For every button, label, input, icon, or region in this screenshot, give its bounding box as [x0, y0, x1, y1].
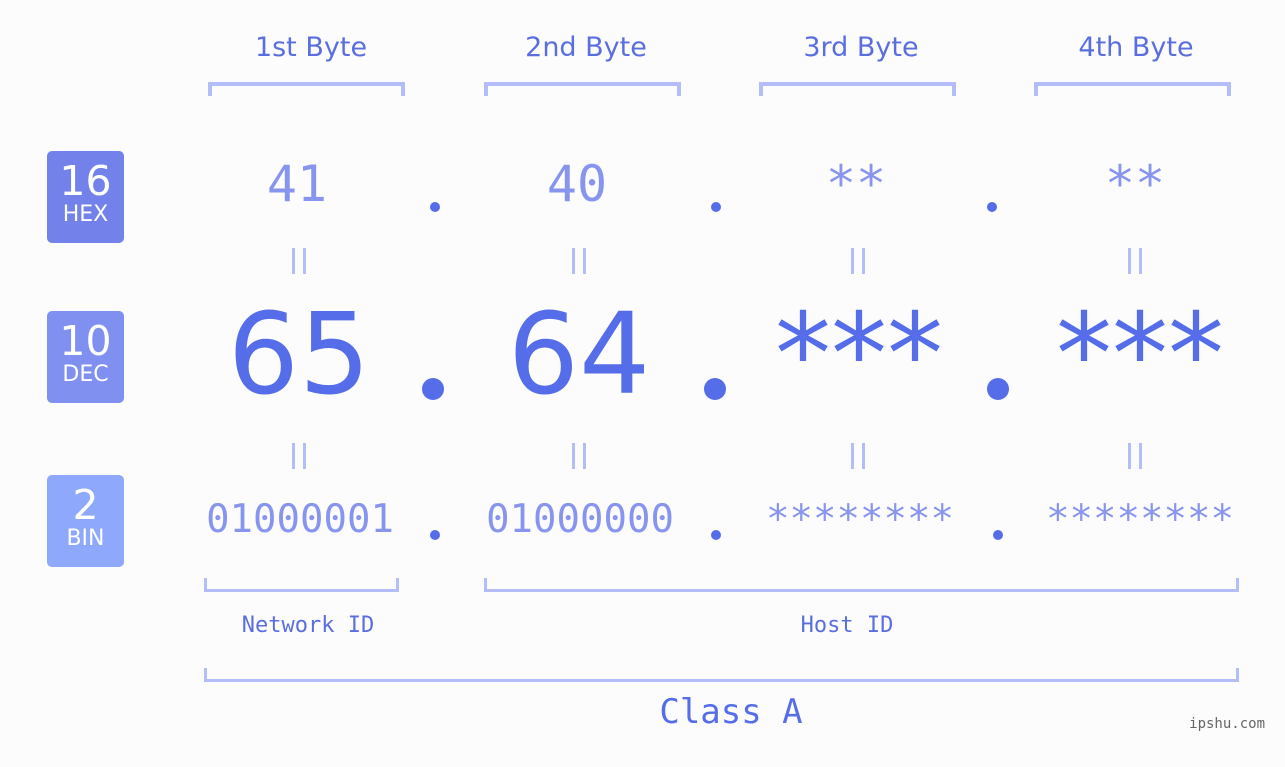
dec-badge: 10 DEC [47, 311, 124, 403]
hex-separator-dot [711, 202, 721, 212]
bin-badge-number: 2 [72, 481, 99, 529]
hex-value-2: 40 [546, 155, 608, 213]
bin-value-4: ******** [1046, 497, 1234, 542]
bin-value-1: 01000001 [206, 497, 394, 542]
network-id-label: Network ID [241, 613, 375, 638]
dec-value-3: *** [775, 290, 943, 420]
byte-bracket-2 [484, 82, 681, 96]
dec-value-4: *** [1056, 290, 1224, 420]
dec-separator-dot [422, 378, 444, 400]
bin-value-3: ******** [766, 497, 954, 542]
hex-separator-dot [430, 202, 440, 212]
dec-badge-label: DEC [62, 362, 109, 387]
bin-separator-dot [993, 530, 1003, 540]
hex-badge-label: HEX [62, 202, 109, 227]
class-bracket [204, 668, 1239, 682]
host-id-label: Host ID [800, 613, 894, 638]
byte-title-2: 2nd Byte [525, 32, 647, 63]
hex-value-3: ** [825, 155, 887, 213]
dec-separator-dot [987, 378, 1009, 400]
class-label: Class A [659, 692, 803, 732]
equals-sign [1128, 248, 1142, 274]
hex-value-4: ** [1104, 155, 1166, 213]
byte-title-4: 4th Byte [1078, 32, 1194, 63]
network-id-bracket [204, 578, 399, 592]
bin-separator-dot [711, 530, 721, 540]
dec-value-1: 65 [227, 290, 371, 420]
byte-bracket-4 [1034, 82, 1231, 96]
hex-separator-dot [987, 202, 997, 212]
equals-sign [292, 248, 306, 274]
equals-sign [572, 443, 586, 469]
bin-badge: 2 BIN [47, 475, 124, 567]
equals-sign [851, 443, 865, 469]
host-id-bracket [484, 578, 1239, 592]
bin-separator-dot [430, 530, 440, 540]
equals-sign [292, 443, 306, 469]
watermark: ipshu.com [1189, 716, 1265, 732]
equals-sign [1128, 443, 1142, 469]
dec-badge-number: 10 [59, 317, 112, 365]
byte-title-1: 1st Byte [254, 32, 368, 63]
byte-bracket-1 [208, 82, 405, 96]
equals-sign [851, 248, 865, 274]
equals-sign [572, 248, 586, 274]
dec-separator-dot [704, 378, 726, 400]
hex-badge-number: 16 [59, 157, 112, 205]
byte-bracket-3 [759, 82, 956, 96]
hex-value-1: 41 [266, 155, 328, 213]
byte-title-3: 3rd Byte [803, 32, 919, 63]
hex-badge: 16 HEX [47, 151, 124, 243]
dec-value-2: 64 [507, 290, 651, 420]
bin-value-2: 01000000 [486, 497, 674, 542]
bin-badge-label: BIN [66, 526, 105, 551]
